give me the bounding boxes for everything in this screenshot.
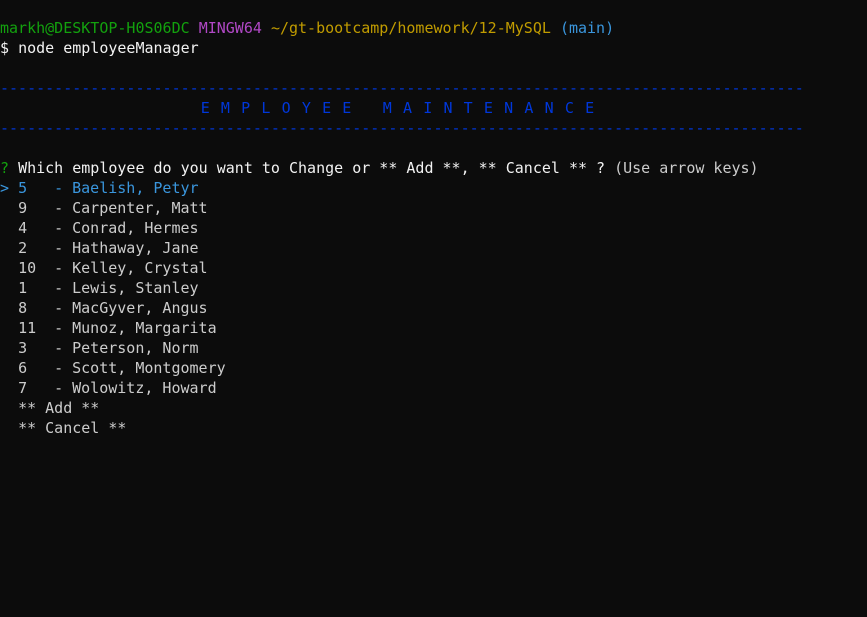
choice-cancel-label: ** Cancel ** [18, 419, 127, 437]
choice-id: 2 [18, 239, 28, 257]
choice-add[interactable]: ** Add ** [0, 398, 99, 418]
choice-name: Conrad, Hermes [72, 219, 199, 237]
choice-item[interactable]: 8- MacGyver, Angus [0, 298, 208, 318]
choice-id: 3 [18, 339, 28, 357]
choice-item[interactable]: 2- Hathaway, Jane [0, 238, 199, 258]
banner-rule-bottom: ----------------------------------------… [0, 119, 806, 137]
prompt-branch: (main) [559, 19, 615, 37]
choice-name: Peterson, Norm [72, 339, 199, 357]
choice-id: 1 [18, 279, 28, 297]
choice-id: 7 [18, 379, 28, 397]
question-marker: ? [0, 159, 10, 177]
shell-prompt: markh@DESKTOP-H0S06DC MINGW64 ~/gt-bootc… [0, 18, 614, 38]
terminal-window[interactable]: markh@DESKTOP-H0S06DC MINGW64 ~/gt-bootc… [0, 0, 867, 617]
choice-item[interactable]: 11- Munoz, Margarita [0, 318, 217, 338]
choice-name: Carpenter, Matt [72, 199, 208, 217]
choice-item-selected[interactable]: > 5- Baelish, Petyr [0, 178, 199, 198]
choice-id: 6 [18, 359, 28, 377]
choice-item[interactable]: 9- Carpenter, Matt [0, 198, 208, 218]
command-symbol: $ [0, 39, 10, 57]
choice-name: Munoz, Margarita [72, 319, 217, 337]
question-hint: (Use arrow keys) [614, 159, 759, 177]
choice-item[interactable]: 6- Scott, Montgomery [0, 358, 226, 378]
choice-name: Kelley, Crystal [72, 259, 208, 277]
choice-id: 4 [18, 219, 28, 237]
choice-item[interactable]: 10- Kelley, Crystal [0, 258, 208, 278]
question-line: ? Which employee do you want to Change o… [0, 158, 759, 178]
command-text: node employeeManager [18, 39, 199, 57]
command-line: $ node employeeManager [0, 38, 199, 58]
choice-item[interactable]: 3- Peterson, Norm [0, 338, 199, 358]
choice-cancel[interactable]: ** Cancel ** [0, 418, 126, 438]
choice-item[interactable]: 4- Conrad, Hermes [0, 218, 199, 238]
question-text: Which employee do you want to Change or … [18, 159, 606, 177]
banner-title: EMPLOYEE MAINTENANCE [200, 99, 606, 117]
choice-name: Wolowitz, Howard [72, 379, 217, 397]
selection-pointer-icon: > [0, 179, 10, 197]
choice-name: Hathaway, Jane [72, 239, 199, 257]
prompt-path: ~/gt-bootcamp/homework/12-MySQL [270, 19, 551, 37]
choice-id: 9 [18, 199, 28, 217]
choice-id: 5 [18, 179, 28, 197]
choice-item[interactable]: 1- Lewis, Stanley [0, 278, 199, 298]
choice-name: Lewis, Stanley [72, 279, 199, 297]
choice-add-label: ** Add ** [18, 399, 100, 417]
prompt-system: MINGW64 [198, 19, 262, 37]
choice-item[interactable]: 7- Wolowitz, Howard [0, 378, 217, 398]
choice-id: 8 [18, 299, 28, 317]
choice-name: Baelish, Petyr [72, 179, 199, 197]
banner-rule-top: ----------------------------------------… [0, 79, 806, 97]
choice-name: MacGyver, Angus [72, 299, 208, 317]
choice-name: Scott, Montgomery [72, 359, 226, 377]
prompt-user-host: markh@DESKTOP-H0S06DC [0, 19, 190, 37]
choice-id: 10 [18, 259, 37, 277]
choice-id: 11 [18, 319, 37, 337]
